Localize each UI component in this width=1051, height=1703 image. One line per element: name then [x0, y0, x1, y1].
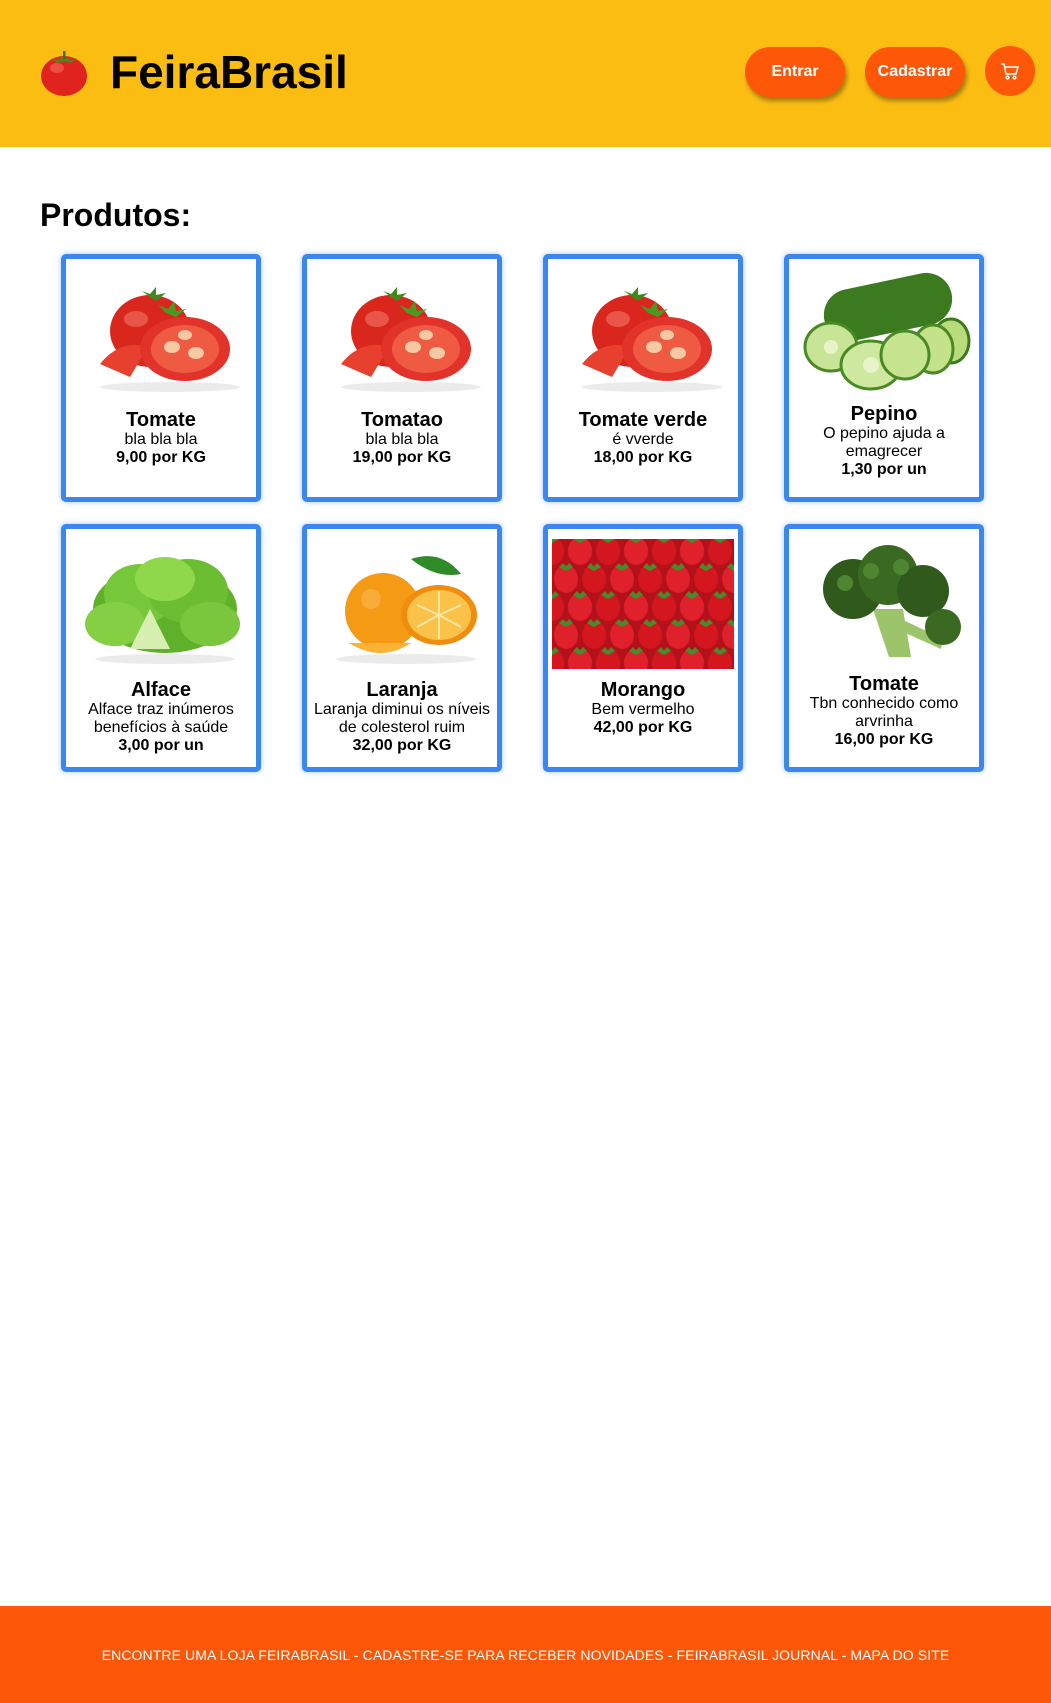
- cart-icon: [1001, 63, 1019, 80]
- product-description: bla bla bla: [124, 431, 198, 448]
- product-name: Tomate verde: [578, 409, 708, 431]
- product-name: Morango: [600, 679, 686, 701]
- product-image-cucumber: [803, 272, 971, 391]
- product-card[interactable]: Laranja Laranja diminui os níveis de col…: [302, 524, 502, 772]
- product-name: Tomate: [849, 673, 919, 695]
- product-name: Pepino: [850, 403, 918, 425]
- footer-links[interactable]: ENCONTRE UMA LOJA FEIRABRASIL - CADASTRE…: [102, 1647, 950, 1663]
- product-description: Laranja diminui os níveis de colesterol …: [313, 701, 491, 736]
- product-image-tomato: [582, 287, 722, 392]
- product-name: Laranja: [366, 679, 438, 701]
- product-price: 1,30 por un: [841, 461, 927, 478]
- login-button[interactable]: Entrar: [745, 47, 845, 97]
- product-card[interactable]: Tomate bla bla bla 9,00 por KG: [61, 254, 261, 502]
- product-image-tomato: [100, 287, 240, 392]
- product-card[interactable]: Tomate Tbn conhecido como arvrinha 16,00…: [784, 524, 984, 772]
- product-card[interactable]: Alface Alface traz inúmeros benefícios à…: [61, 524, 261, 772]
- product-image-lettuce: [85, 557, 240, 664]
- product-description: é vverde: [612, 431, 674, 448]
- product-price: 32,00 por KG: [352, 737, 452, 754]
- product-image-tomato: [341, 287, 481, 392]
- product-price: 16,00 por KG: [834, 731, 934, 748]
- product-image-strawberry: [552, 539, 734, 669]
- product-price: 3,00 por un: [118, 737, 204, 754]
- product-description: Bem vermelho: [591, 701, 695, 718]
- brand-title[interactable]: FeiraBrasil: [110, 44, 348, 100]
- product-price: 19,00 por KG: [352, 449, 452, 466]
- product-description: Tbn conhecido como arvrinha: [809, 695, 959, 730]
- product-description: Alface traz inúmeros benefícios à saúde: [88, 701, 234, 736]
- product-grid: Tomate bla bla bla 9,00 por KG Tomatao b…: [61, 254, 991, 772]
- product-price: 18,00 por KG: [593, 449, 693, 466]
- product-card[interactable]: Tomatao bla bla bla 19,00 por KG: [302, 254, 502, 502]
- product-description: O pepino ajuda a emagrecer: [823, 425, 945, 460]
- site-footer: ENCONTRE UMA LOJA FEIRABRASIL - CADASTRE…: [0, 1606, 1051, 1703]
- product-card[interactable]: Morango Bem vermelho 42,00 por KG: [543, 524, 743, 772]
- product-description: bla bla bla: [365, 431, 439, 448]
- tomato-icon[interactable]: [38, 46, 90, 98]
- product-card[interactable]: Tomate verde é vverde 18,00 por KG: [543, 254, 743, 502]
- product-name: Tomate: [126, 409, 196, 431]
- site-header: FeiraBrasil Entrar Cadastrar: [0, 0, 1051, 147]
- signup-button[interactable]: Cadastrar: [865, 47, 965, 97]
- cart-button[interactable]: [985, 46, 1035, 96]
- product-image-broccoli: [823, 545, 961, 657]
- product-name: Tomatao: [361, 409, 443, 431]
- product-name: Alface: [130, 679, 192, 701]
- product-price: 9,00 por KG: [116, 449, 206, 466]
- products-heading: Produtos:: [40, 197, 192, 233]
- product-card[interactable]: Pepino O pepino ajuda a emagrecer 1,30 p…: [784, 254, 984, 502]
- product-image-orange: [336, 556, 477, 664]
- product-price: 42,00 por KG: [593, 719, 693, 736]
